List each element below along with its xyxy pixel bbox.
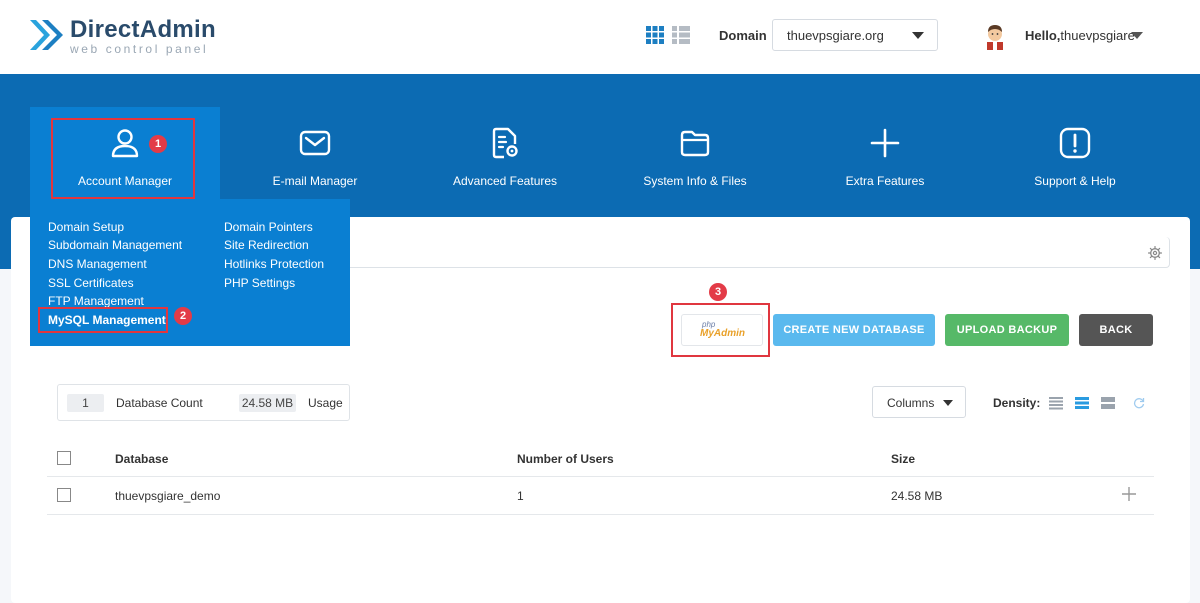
- logo-mark-icon: [30, 20, 63, 50]
- domain-select[interactable]: thuevpsgiare.org: [772, 19, 938, 51]
- table-cell-size: 24.58 MB: [891, 489, 943, 503]
- table-header-divider: [47, 476, 1154, 477]
- database-count-label: Database Count: [116, 396, 203, 410]
- usage-label: Usage: [308, 396, 343, 410]
- grid-view-icon[interactable]: [646, 26, 664, 44]
- menu-item-site-redirection[interactable]: Site Redirection: [224, 238, 309, 252]
- database-count-value: 1: [67, 394, 104, 412]
- nav-extra-features[interactable]: Extra Features: [790, 107, 980, 199]
- table-cell-number-of-users: 1: [517, 489, 524, 503]
- nav-label: Extra Features: [845, 174, 925, 188]
- user-menu-chevron-icon[interactable]: [1131, 32, 1143, 39]
- column-header-number-of-users[interactable]: Number of Users: [517, 452, 614, 466]
- document-gear-icon: [492, 127, 518, 159]
- alert-icon: [1059, 127, 1091, 159]
- phpmyadmin-button[interactable]: php MyAdmin: [681, 314, 763, 346]
- nav-support-help[interactable]: Support & Help: [980, 107, 1170, 199]
- nav-label: Advanced Features: [452, 174, 558, 188]
- upload-backup-button[interactable]: UPLOAD BACKUP: [945, 314, 1069, 346]
- step-badge-2: 2: [174, 307, 192, 325]
- column-header-database[interactable]: Database: [115, 452, 168, 466]
- domain-label: Domain: [719, 28, 767, 43]
- brand-subtitle: web control panel: [70, 42, 209, 56]
- envelope-icon: [299, 130, 331, 156]
- folder-icon: [680, 130, 710, 157]
- menu-item-ftp-management[interactable]: FTP Management: [48, 294, 144, 308]
- menu-item-domain-setup[interactable]: Domain Setup: [48, 220, 124, 234]
- nav-label: E-mail Manager: [272, 174, 358, 188]
- columns-dropdown[interactable]: Columns: [872, 386, 966, 418]
- menu-item-dns-management[interactable]: DNS Management: [48, 257, 147, 271]
- menu-item-php-settings[interactable]: PHP Settings: [224, 276, 295, 290]
- menu-item-ssl-certificates[interactable]: SSL Certificates: [48, 276, 134, 290]
- menu-item-domain-pointers[interactable]: Domain Pointers: [224, 220, 313, 234]
- table-row-divider: [47, 514, 1154, 515]
- create-new-database-button[interactable]: CREATE NEW DATABASE: [773, 314, 935, 346]
- table-cell-database[interactable]: thuevpsgiare_demo: [115, 489, 220, 503]
- gear-icon[interactable]: [1148, 246, 1162, 260]
- nav-system-info-files[interactable]: System Info & Files: [600, 107, 790, 199]
- database-stats: 1 Database Count 24.58 MB Usage: [57, 384, 350, 421]
- domain-select-value: thuevpsgiare.org: [787, 28, 884, 43]
- top-header: DirectAdmin web control panel Domain thu…: [0, 0, 1200, 74]
- row-checkbox[interactable]: [57, 488, 71, 502]
- nav-advanced-features[interactable]: Advanced Features: [410, 107, 600, 199]
- username-text: thuevpsgiare: [1060, 28, 1135, 43]
- nav-label: Support & Help: [1034, 174, 1116, 188]
- menu-item-hotlinks-protection[interactable]: Hotlinks Protection: [224, 257, 324, 271]
- density-comfortable-icon[interactable]: [1101, 396, 1115, 410]
- chevron-down-icon: [943, 400, 953, 406]
- density-compact-icon[interactable]: [1049, 396, 1063, 410]
- refresh-icon[interactable]: [1133, 397, 1145, 409]
- user-greeting[interactable]: Hello,thuevpsgiare: [1025, 28, 1135, 43]
- avatar[interactable]: [982, 22, 1008, 50]
- search-bar[interactable]: [340, 237, 1170, 268]
- chevron-down-icon: [912, 32, 924, 39]
- plus-icon: [870, 128, 900, 158]
- greeting-text: Hello,: [1025, 28, 1061, 43]
- density-standard-icon[interactable]: [1075, 396, 1089, 410]
- step-badge-3: 3: [709, 283, 727, 301]
- phpmyadmin-logo-myadmin: MyAdmin: [700, 328, 745, 339]
- directadmin-logo[interactable]: DirectAdmin web control panel: [28, 16, 228, 56]
- back-button[interactable]: BACK: [1079, 314, 1153, 346]
- density-label: Density:: [993, 396, 1041, 410]
- step-badge-1: 1: [149, 135, 167, 153]
- nav-email-manager[interactable]: E-mail Manager: [220, 107, 410, 199]
- highlight-box-account-manager: [51, 118, 195, 199]
- usage-value: 24.58 MB: [239, 394, 296, 412]
- expand-row-plus-icon[interactable]: [1121, 486, 1137, 502]
- highlight-box-mysql-management: [38, 307, 168, 333]
- nav-label: System Info & Files: [643, 174, 747, 188]
- menu-item-subdomain-management[interactable]: Subdomain Management: [48, 238, 182, 252]
- brand-title: DirectAdmin: [70, 16, 216, 43]
- columns-label: Columns: [887, 396, 935, 410]
- column-header-size[interactable]: Size: [891, 452, 915, 466]
- select-all-checkbox[interactable]: [57, 451, 71, 465]
- list-view-icon[interactable]: [672, 26, 690, 44]
